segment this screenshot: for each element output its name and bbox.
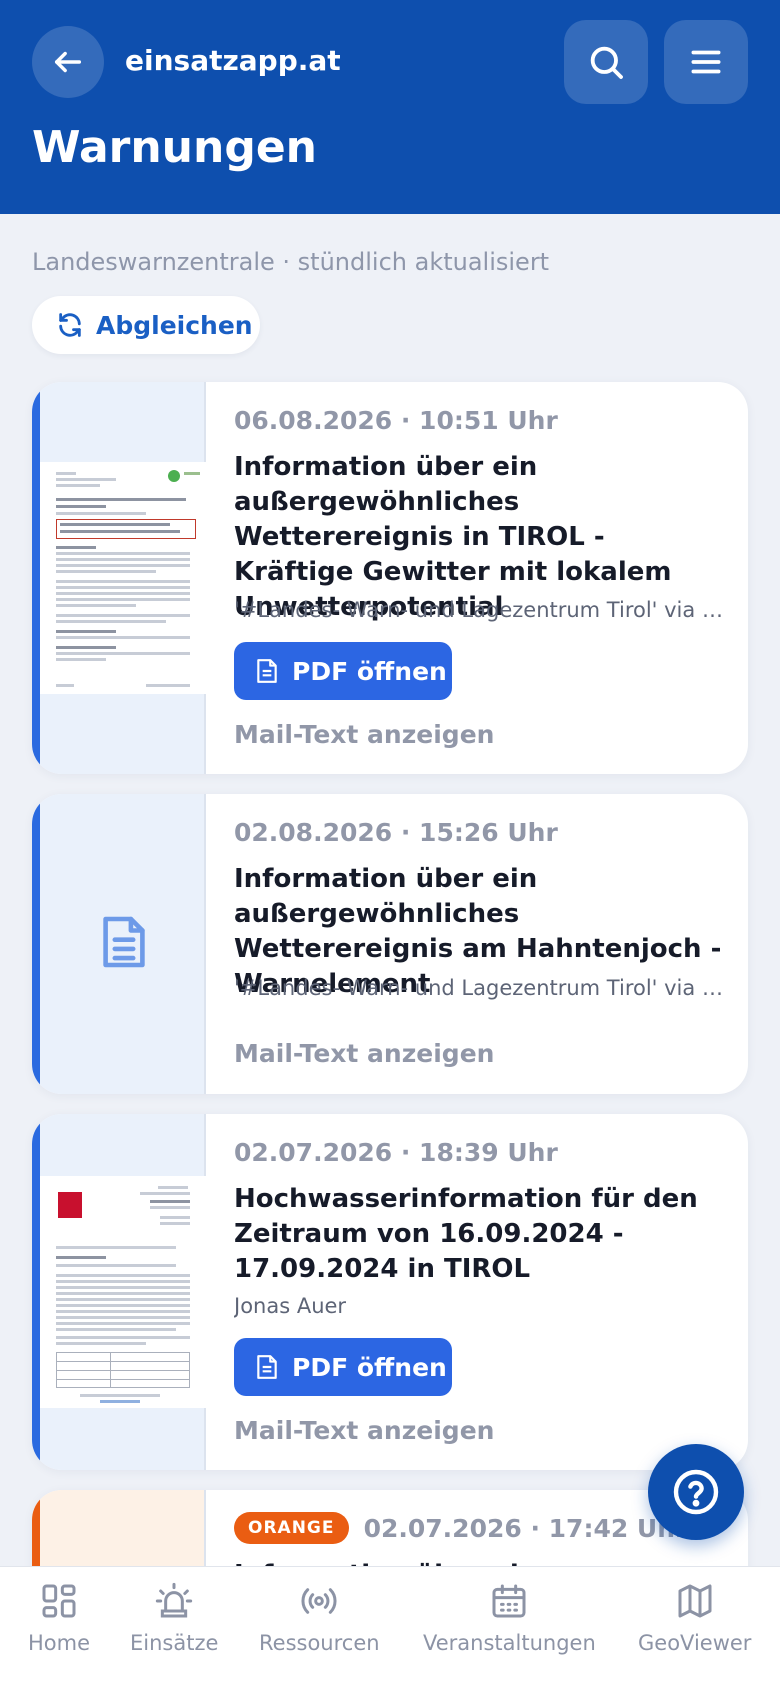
nav-item-ressourcen[interactable]: Ressourcen [259, 1581, 380, 1655]
open-pdf-button[interactable]: PDF öffnen [234, 1338, 452, 1396]
search-icon [590, 46, 623, 79]
open-pdf-label: PDF öffnen [292, 656, 447, 686]
calendar-icon [492, 1584, 526, 1618]
nav-item-veranstaltungen[interactable]: Veranstaltungen [423, 1581, 596, 1655]
site-name: einsatzapp.at [125, 44, 341, 77]
severity-bar [32, 382, 40, 774]
back-button[interactable] [32, 26, 104, 98]
warning-date: 02.08.2026 · 15:26 Uhr [234, 818, 558, 847]
show-mail-text-link[interactable]: Mail-Text anzeigen [234, 1416, 494, 1445]
sync-label: Abgleichen [96, 310, 253, 340]
warning-sender: Jonas Auer [234, 1294, 347, 1318]
open-pdf-label: PDF öffnen [292, 1352, 447, 1382]
refresh-icon [59, 313, 81, 337]
severity-bar [32, 794, 40, 1094]
sync-button[interactable]: Abgleichen [32, 296, 260, 354]
nav-label: Ressourcen [259, 1631, 380, 1655]
help-button[interactable] [648, 1444, 744, 1540]
document-thumbnail[interactable] [40, 382, 206, 774]
menu-icon [691, 50, 721, 74]
search-button[interactable] [564, 20, 648, 104]
open-pdf-button[interactable]: PDF öffnen [234, 642, 452, 700]
warning-sender: '#Landes- Warn- und Lagezentrum Tirol' v… [234, 976, 728, 1000]
severity-badge: ORANGE [234, 1512, 349, 1544]
severity-bar [32, 1114, 40, 1470]
nav-item-geoviewer[interactable]: GeoViewer [638, 1581, 751, 1655]
warning-title: Hochwasserinformation für den Zeitraum v… [234, 1184, 698, 1284]
siren-icon [156, 1582, 193, 1618]
document-icon [257, 659, 277, 683]
document-thumbnail[interactable] [40, 1114, 206, 1470]
grid-icon [42, 1584, 76, 1618]
nav-item-einsaetze[interactable]: Einsätze [130, 1581, 218, 1655]
warning-card[interactable]: 02.07.2026 · 18:39 Uhr Hochwasserinforma… [32, 1114, 748, 1470]
warning-card[interactable]: 02.08.2026 · 15:26 Uhr Information über … [32, 794, 748, 1094]
nav-label: GeoViewer [638, 1631, 752, 1655]
nav-label: Einsätze [130, 1631, 219, 1655]
help-icon [673, 1469, 719, 1515]
warning-date: 02.07.2026 · 18:39 Uhr [234, 1138, 558, 1167]
nav-label: Home [28, 1631, 91, 1655]
source-subtitle: Landeswarnzentrale · stündlich aktualisi… [32, 248, 550, 276]
document-thumbnail[interactable] [40, 794, 206, 1094]
nav-item-home[interactable]: Home [28, 1581, 90, 1655]
show-mail-text-link[interactable]: Mail-Text anzeigen [234, 720, 494, 749]
map-icon [678, 1584, 712, 1618]
document-placeholder-icon [103, 916, 145, 968]
nav-label: Veranstaltungen [423, 1631, 596, 1655]
pdf-preview [40, 462, 206, 694]
warning-date: 02.07.2026 · 17:42 Uhr [363, 1513, 688, 1543]
app-header: einsatzapp.at Warnungen [0, 0, 780, 214]
bottom-navigation: Home Einsätze Ressourcen Veranstaltungen… [0, 1566, 780, 1688]
warning-card[interactable]: 06.08.2026 · 10:51 Uhr Information über … [32, 382, 748, 774]
warning-sender: '#Landes- Warn- und Lagezentrum Tirol' v… [234, 598, 728, 622]
document-icon [257, 1355, 277, 1379]
warning-date: 06.08.2026 · 10:51 Uhr [234, 406, 558, 435]
broadcast-icon [301, 1588, 337, 1614]
menu-button[interactable] [664, 20, 748, 104]
show-mail-text-link[interactable]: Mail-Text anzeigen [234, 1039, 494, 1068]
pdf-preview [40, 1176, 206, 1408]
page-title: Warnungen [32, 122, 317, 173]
arrow-left-icon [54, 51, 82, 73]
